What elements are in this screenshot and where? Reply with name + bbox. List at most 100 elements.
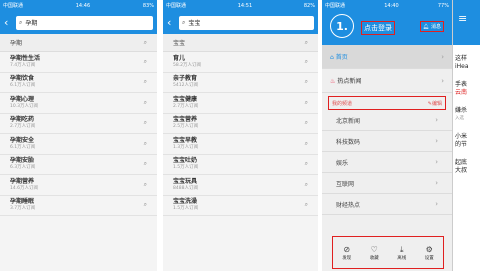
chevron-right-icon: › — [441, 76, 444, 85]
phone-screen-baby-search: 中国联通 14:51 82% ‹ ⌕ 宝宝 宝宝 ⌕ 育儿 58.2万人订阅 ⌕ 亲子… — [163, 0, 318, 271]
download-icon: ⤓ — [399, 244, 404, 254]
channel-item[interactable]: 北京新闻 › — [322, 110, 452, 131]
home-icon: ⌂ — [330, 54, 334, 61]
search-text: 孕期 — [25, 20, 38, 27]
search-input[interactable]: ⌕ 宝宝 — [179, 15, 314, 30]
result-list: 育儿 58.2万人订阅 ⌕ 亲子教育 5412人订阅 ⌕ 宝宝健康 2.7万人订阅 ⌕ 宝宝营养 2… — [163, 52, 318, 216]
result-subscribers: 6.1万人订阅 — [10, 83, 36, 89]
content-snippet: 嫌杀 — [455, 107, 468, 114]
menu-item-home[interactable]: ⌂ 首页 › — [322, 45, 452, 69]
result-text: 孕期安全 6.1万人订阅 — [10, 137, 35, 151]
result-text: 孕期饮食 6.1万人订阅 — [10, 75, 35, 89]
result-text: 孕期安胎 6.3万人订阅 — [10, 157, 35, 171]
result-subscribers: 58.2万人订阅 — [173, 62, 202, 68]
search-icon: ⌕ — [304, 139, 308, 147]
content-snippet: 起底 — [455, 159, 468, 166]
channel-item[interactable]: 娱乐 › — [322, 152, 452, 173]
content-snippet: 手表 — [455, 81, 468, 88]
result-item[interactable]: 育儿 58.2万人订阅 ⌕ — [163, 52, 318, 73]
result-item[interactable]: 宝宝营养 2.5万人订阅 ⌕ — [163, 113, 318, 134]
result-item[interactable]: 宝宝洗澡 1.5万人订阅 ⌕ — [163, 195, 318, 216]
back-icon[interactable]: ‹ — [4, 17, 14, 28]
time-label: 14:40 — [384, 2, 399, 9]
result-header[interactable]: 孕期 ⌕ — [0, 34, 157, 52]
menu-item-label: 热点新闻 — [337, 78, 362, 85]
channel-item[interactable]: 财经热点 › — [322, 194, 452, 215]
result-title: 孕期性生活 — [10, 54, 41, 62]
login-button[interactable]: 点击登录 — [361, 21, 395, 35]
result-text: 宝宝玩具 8488人订阅 — [173, 178, 198, 192]
result-title: 孕期安全 — [10, 136, 35, 144]
result-title: 孕期营养 — [10, 177, 35, 185]
message-button[interactable]: 🔔︎ 消息 — [420, 21, 444, 32]
phone-screen-side-menu: 中国联通 14:40 77% 1. 点击登录 🔔︎ 消息 ⌂ 首页 › ♨ 热点… — [322, 0, 480, 271]
nav-settings[interactable]: ⚙ 设置 — [425, 245, 434, 261]
result-text: 宝宝吐奶 1.5万人订阅 — [173, 157, 198, 171]
edit-button[interactable]: ✎编辑 — [428, 100, 442, 107]
chevron-right-icon: › — [435, 116, 438, 124]
heart-icon: ♡ — [370, 244, 378, 254]
result-item[interactable]: 孕期安全 6.1万人订阅 ⌕ — [0, 134, 157, 155]
channel-item[interactable]: 互联网 › — [322, 173, 452, 194]
chevron-right-icon: › — [435, 179, 438, 187]
gear-icon: ⚙ — [425, 244, 433, 254]
result-text: 孕期睡眠 3.7万人订阅 — [10, 198, 35, 212]
result-item[interactable]: 孕期营养 14.6万人订阅 ⌕ — [0, 175, 157, 196]
result-subscribers: 2.5万人订阅 — [173, 124, 199, 130]
channel-label: 财经热点 — [336, 201, 361, 209]
hamburger-icon[interactable]: ≡ — [453, 0, 480, 25]
nav-discover[interactable]: ⊘ 发现 — [342, 245, 351, 261]
result-title: 宝宝早教 — [173, 136, 198, 144]
result-text: 宝宝洗澡 1.5万人订阅 — [173, 198, 198, 212]
my-channels-header: 我的频道 ✎编辑 — [328, 96, 446, 110]
nav-favorites[interactable]: ♡ 收藏 — [370, 245, 379, 261]
result-title: 孕期心理 — [10, 95, 35, 103]
search-icon: ⌕ — [143, 98, 147, 106]
result-title: 宝宝玩具 — [173, 177, 198, 185]
nav-label: 发现 — [342, 255, 352, 261]
channel-item[interactable]: 科技数码 › — [322, 131, 452, 152]
result-item[interactable]: 孕期安胎 6.3万人订阅 ⌕ — [0, 154, 157, 175]
search-icon: ⌕ — [304, 201, 308, 209]
channel-label: 北京新闻 — [336, 117, 361, 125]
result-item[interactable]: 孕期吃药 2.7万人订阅 ⌕ — [0, 113, 157, 134]
result-subscribers: 14.6万人订阅 — [10, 185, 39, 191]
result-subscribers: 1.3万人订阅 — [173, 144, 199, 150]
back-icon[interactable]: ‹ — [167, 17, 177, 28]
menu-item-hot-news[interactable]: ♨ 热点新闻 › — [322, 69, 452, 93]
chevron-right-icon: › — [435, 158, 438, 166]
chevron-right-icon: › — [435, 137, 438, 145]
nav-label: 设置 — [424, 255, 434, 261]
result-subscribers: 1.5万人订阅 — [173, 206, 199, 212]
result-item[interactable]: 宝宝玩具 8488人订阅 ⌕ — [163, 175, 318, 196]
result-header[interactable]: 宝宝 ⌕ — [163, 34, 318, 52]
result-item[interactable]: 孕期心理 10.3万人订阅 ⌕ — [0, 93, 157, 114]
content-list: 这样 iHea 手表 云南 嫌杀 入选 小米 的节 起底 大叔 — [453, 55, 480, 175]
main-content-peek[interactable]: ≡ 这样 iHea 手表 云南 嫌杀 入选 小米 的节 起底 大叔 — [452, 0, 480, 271]
nav-offline[interactable]: ⤓ 离线 — [397, 245, 406, 261]
result-item[interactable]: 孕期饮食 6.1万人订阅 ⌕ — [0, 72, 157, 93]
result-subscribers: 10.3万人订阅 — [10, 103, 39, 109]
channel-list: 北京新闻 › 科技数码 › 娱乐 › 互联网 › 财经热点 › — [322, 110, 452, 215]
result-item[interactable]: 宝宝吐奶 1.5万人订阅 ⌕ — [163, 154, 318, 175]
search-input[interactable]: ⌕ 孕期 — [16, 15, 153, 30]
search-icon: ⌕ — [304, 119, 308, 127]
result-item[interactable]: 孕期性生活 7.4万人订阅 ⌕ — [0, 52, 157, 73]
result-item[interactable]: 宝宝健康 2.7万人订阅 ⌕ — [163, 93, 318, 114]
result-subscribers: 6.1万人订阅 — [10, 144, 36, 150]
time-label: 14:51 — [237, 2, 253, 9]
content-snippet: 小米 — [455, 133, 468, 140]
search-icon: ⌕ — [143, 201, 147, 209]
search-icon: ⌕ — [304, 180, 308, 188]
bell-icon: 🔔︎ — [423, 24, 430, 30]
search-text: 宝宝 — [188, 20, 201, 27]
search-icon: ⌕ — [304, 57, 308, 65]
carrier-label: 中国联通 — [325, 3, 346, 9]
nav-label: 离线 — [397, 255, 407, 261]
result-text: 孕期营养 14.6万人订阅 — [10, 178, 38, 192]
battery-label: 83% — [142, 2, 154, 9]
result-item[interactable]: 宝宝早教 1.3万人订阅 ⌕ — [163, 134, 318, 155]
result-item[interactable]: 孕期睡眠 3.7万人订阅 ⌕ — [0, 195, 157, 216]
result-item[interactable]: 亲子教育 5412人订阅 ⌕ — [163, 72, 318, 93]
nav-label: 收藏 — [369, 255, 379, 261]
